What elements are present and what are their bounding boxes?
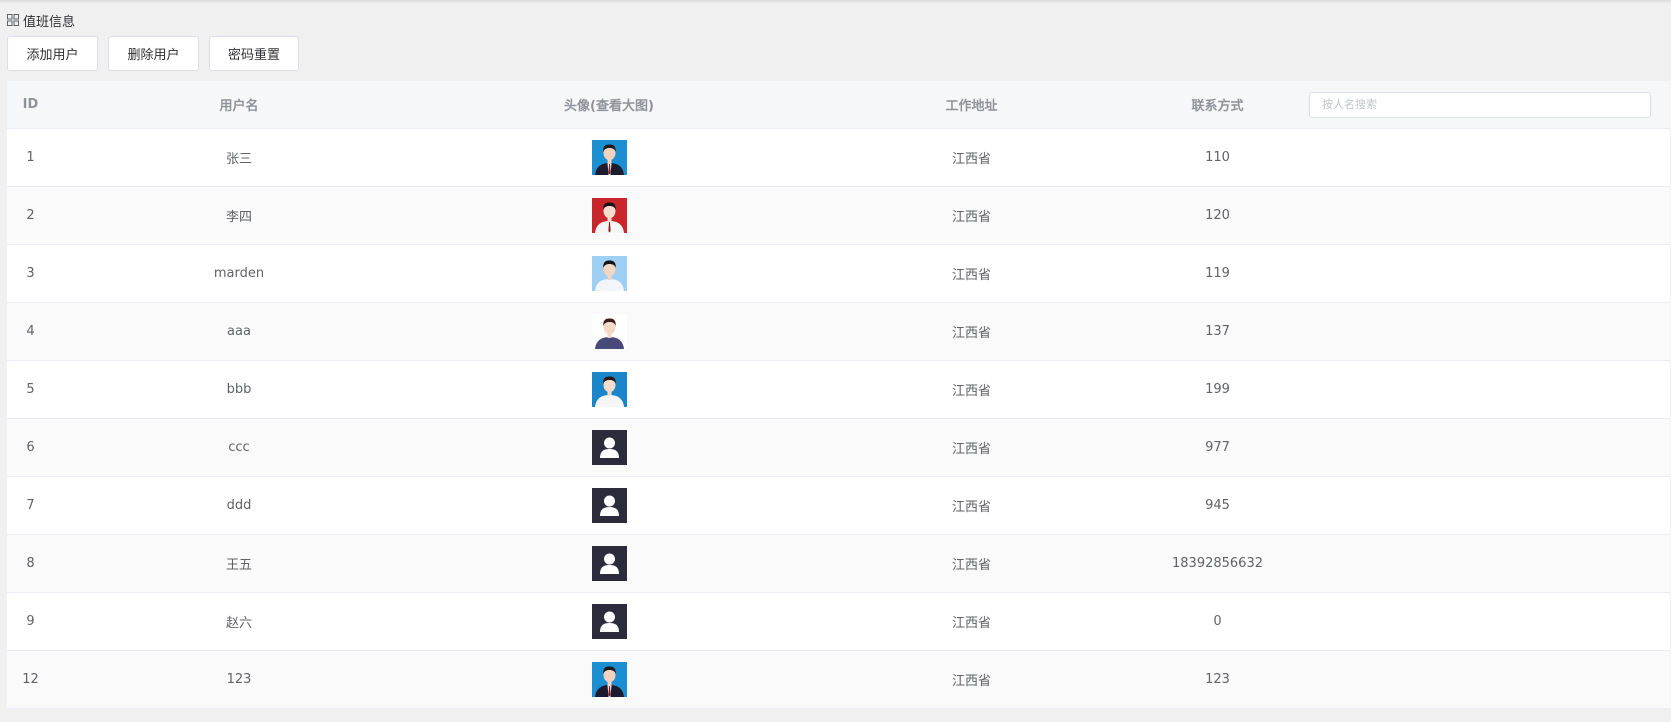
add-user-button[interactable]: 添加用户 <box>7 36 98 71</box>
cell-id: 12 <box>22 672 39 687</box>
cell-id: 7 <box>26 498 35 513</box>
cell-address: 江西省 <box>951 558 991 573</box>
table-row[interactable]: 12 123 江西省 123 <box>7 651 1670 709</box>
table-row[interactable]: 4 aaa 江西省 137 <box>7 303 1670 361</box>
cell-contact: 199 <box>1205 382 1230 397</box>
cell-contact: 119 <box>1205 266 1230 281</box>
cell-id: 3 <box>26 266 35 281</box>
cell-contact: 977 <box>1205 440 1230 455</box>
header-address: 工作地址 <box>945 99 998 114</box>
cell-id: 4 <box>26 324 35 339</box>
cell-username: marden <box>213 266 265 281</box>
table-row[interactable]: 7 ddd 江西省 945 <box>7 477 1670 535</box>
user-table: ID 用户名 头像(查看大图) 工作地址 联系方式 1 张三 江西省 110 2… <box>7 81 1670 709</box>
cell-id: 9 <box>26 614 35 629</box>
table-row[interactable]: 3 marden 江西省 119 <box>7 245 1670 303</box>
cell-avatar <box>424 477 794 534</box>
table-row[interactable]: 8 王五 江西省 18392856632 <box>7 535 1670 593</box>
cell-contact: 120 <box>1205 208 1230 223</box>
cell-contact: 945 <box>1205 498 1230 513</box>
cell-contact: 0 <box>1213 614 1222 629</box>
cell-address: 江西省 <box>951 326 991 341</box>
cell-avatar <box>424 361 794 418</box>
table-row[interactable]: 5 bbb 江西省 199 <box>7 361 1670 419</box>
cell-username: ddd <box>226 498 252 513</box>
cell-username: bbb <box>226 382 252 397</box>
avatar-image[interactable] <box>591 662 627 697</box>
top-shadow <box>0 0 1671 4</box>
avatar-image[interactable] <box>591 604 627 639</box>
avatar-image[interactable] <box>591 256 627 291</box>
avatar-image[interactable] <box>591 546 627 581</box>
cell-id: 5 <box>26 382 35 397</box>
cell-avatar <box>424 535 794 592</box>
reset-password-button[interactable]: 密码重置 <box>209 36 299 71</box>
header-id: ID <box>22 97 39 112</box>
cell-contact: 110 <box>1205 150 1230 165</box>
header-avatar: 头像(查看大图) <box>564 99 654 114</box>
cell-id: 1 <box>26 150 35 165</box>
cell-address: 江西省 <box>951 210 991 225</box>
cell-address: 江西省 <box>951 500 991 515</box>
avatar-image[interactable] <box>591 488 627 523</box>
cell-username: ccc <box>228 440 250 455</box>
cell-contact: 137 <box>1205 324 1230 339</box>
cell-id: 8 <box>26 556 35 571</box>
delete-user-button[interactable]: 删除用户 <box>108 36 199 71</box>
cell-username: 王五 <box>225 558 252 573</box>
cell-id: 2 <box>26 208 35 223</box>
toolbar: 添加用户 删除用户 密码重置 <box>7 36 309 71</box>
avatar-image[interactable] <box>591 140 627 175</box>
cell-address: 江西省 <box>951 442 991 457</box>
search-cell <box>1309 81 1651 128</box>
cell-username: 123 <box>226 672 252 687</box>
table-body: 1 张三 江西省 110 2 李四 江西省 120 3 marden 江西省 1… <box>7 129 1670 709</box>
cell-address: 江西省 <box>951 268 991 283</box>
cell-contact: 123 <box>1205 672 1230 687</box>
cell-avatar <box>424 419 794 476</box>
grid-icon <box>7 14 19 26</box>
cell-address: 江西省 <box>951 384 991 399</box>
table-header: ID 用户名 头像(查看大图) 工作地址 联系方式 <box>7 81 1670 129</box>
page-title: 值班信息 <box>7 11 76 30</box>
cell-avatar <box>424 303 794 360</box>
header-username: 用户名 <box>219 99 259 114</box>
cell-avatar <box>424 593 794 650</box>
table-row[interactable]: 1 张三 江西省 110 <box>7 129 1670 187</box>
page-title-text: 值班信息 <box>23 14 76 30</box>
avatar-image[interactable] <box>591 372 627 407</box>
cell-username: 赵六 <box>225 616 252 631</box>
table-row[interactable]: 6 ccc 江西省 977 <box>7 419 1670 477</box>
cell-username: 李四 <box>225 210 252 225</box>
table-row[interactable]: 2 李四 江西省 120 <box>7 187 1670 245</box>
cell-username: 张三 <box>225 152 252 167</box>
cell-address: 江西省 <box>951 152 991 167</box>
cell-avatar <box>424 651 794 708</box>
table-row[interactable]: 9 赵六 江西省 0 <box>7 593 1670 651</box>
cell-avatar <box>424 187 794 244</box>
cell-avatar <box>424 129 794 186</box>
avatar-image[interactable] <box>591 314 627 349</box>
cell-username: aaa <box>227 324 251 339</box>
avatar-image[interactable] <box>591 198 627 233</box>
cell-contact: 18392856632 <box>1172 556 1263 571</box>
cell-address: 江西省 <box>951 616 991 631</box>
search-input[interactable] <box>1309 91 1651 118</box>
cell-address: 江西省 <box>951 674 991 689</box>
cell-id: 6 <box>26 440 35 455</box>
avatar-image[interactable] <box>591 430 627 465</box>
header-contact: 联系方式 <box>1191 99 1244 114</box>
cell-avatar <box>424 245 794 302</box>
